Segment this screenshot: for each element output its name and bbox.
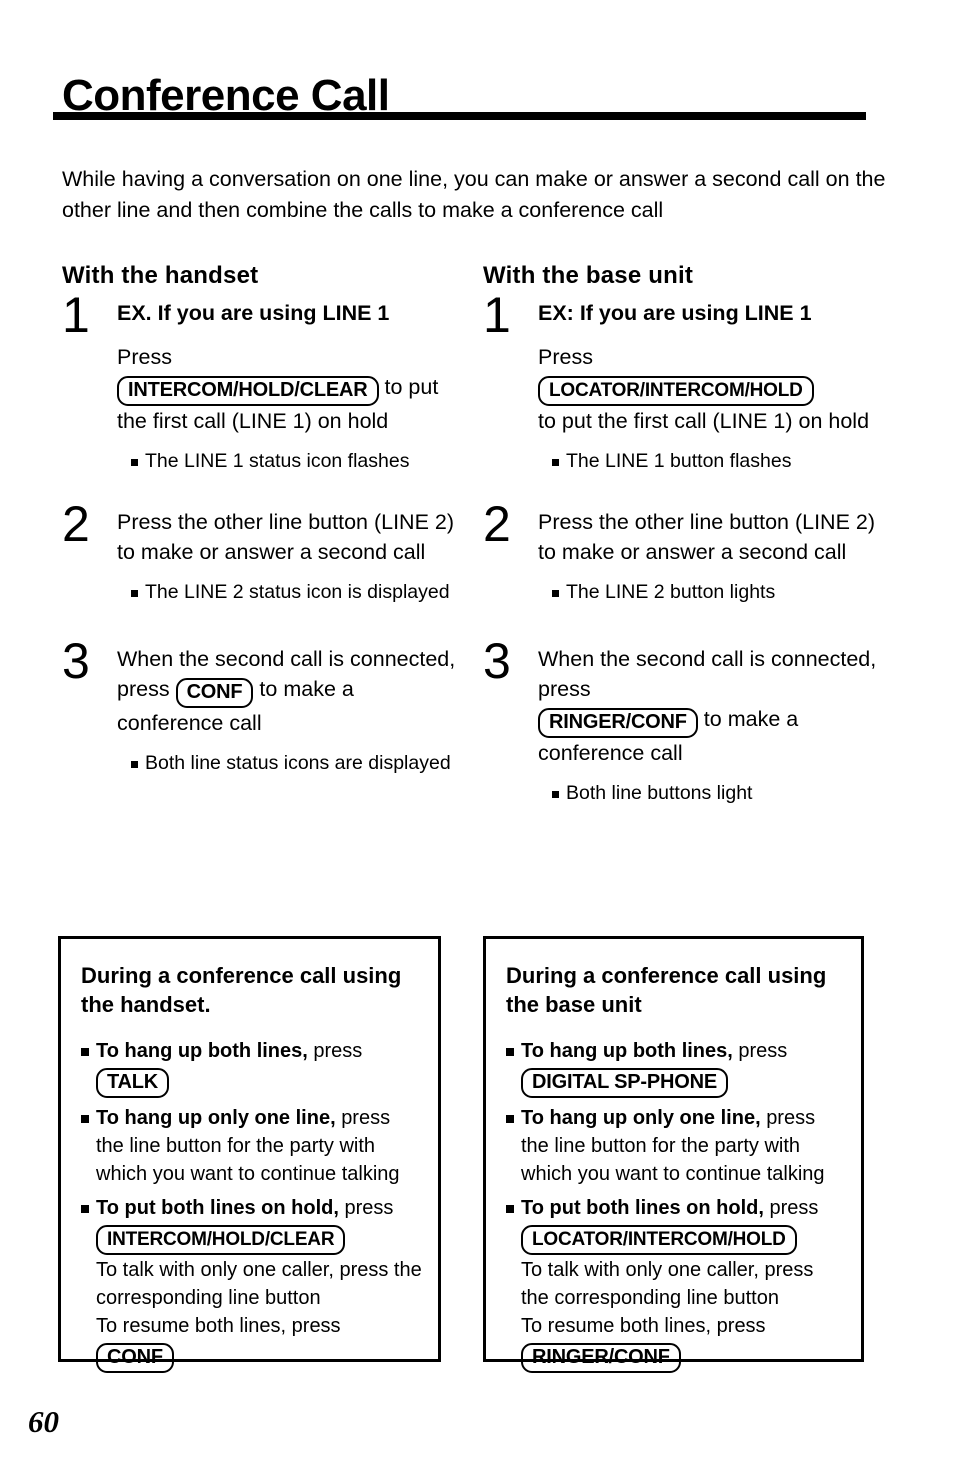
base-unit-step-2: 2 Press the other line button (LINE 2) t…	[483, 499, 883, 606]
step-body: When the second call is connected, press…	[538, 644, 883, 768]
box-item-tail-1: To talk with only one caller, press the …	[96, 1259, 422, 1309]
box-item-continuation: the line button for the party with which…	[521, 1135, 825, 1185]
step-text-after-key: to put the first call (LINE 1) on hold	[538, 409, 870, 433]
step-body: When the second call is connected, press…	[117, 644, 462, 738]
step-text-before-key: When the second call is connected, press	[538, 647, 877, 701]
step-body: Press LOCATOR/INTERCOM/HOLD to put the f…	[538, 342, 883, 436]
key-locator-intercom-hold[interactable]: LOCATOR/INTERCOM/HOLD	[538, 376, 814, 406]
key-intercom-hold-clear[interactable]: INTERCOM/HOLD/CLEAR	[117, 376, 379, 406]
handset-column: With the handset 1 EX. If you are using …	[62, 262, 462, 783]
step-number: 1	[483, 287, 511, 343]
box-item-plain: press	[769, 1197, 819, 1219]
handset-step-2: 2 Press the other line button (LINE 2) t…	[62, 499, 462, 606]
key-ringer-conf[interactable]: RINGER/CONF	[521, 1343, 681, 1373]
box-item: To put both lines on hold, press INTERCO…	[81, 1194, 422, 1373]
key-ringer-conf[interactable]: RINGER/CONF	[538, 708, 698, 738]
base-unit-step-3: 3 When the second call is connected, pre…	[483, 636, 883, 807]
step-number: 3	[62, 633, 90, 689]
box-item-bold: To put both lines on hold,	[96, 1197, 339, 1219]
base-unit-column: With the base unit 1 EX: If you are usin…	[483, 262, 883, 813]
box-item: To hang up only one line, press the line…	[81, 1104, 422, 1188]
box-item-continuation: the line button for the party with which…	[96, 1135, 400, 1185]
step-number: 3	[483, 633, 511, 689]
box-item: To hang up both lines, press TALK	[81, 1037, 422, 1098]
key-digital-sp-phone[interactable]: DIGITAL SP-PHONE	[521, 1068, 728, 1098]
box-item: To hang up both lines, press DIGITAL SP-…	[506, 1037, 845, 1098]
box-title: During a conference call using the base …	[506, 963, 827, 1017]
key-conf[interactable]: CONF	[96, 1343, 174, 1373]
page-number: 60	[28, 1404, 59, 1439]
step-notes: The LINE 1 status icon flashes	[117, 448, 462, 475]
base-unit-step-1: 1 EX: If you are using LINE 1 Press LOCA…	[483, 290, 883, 475]
step-lead-text: EX: If you are using LINE 1	[538, 301, 812, 325]
step-notes: Both line status icons are displayed	[117, 750, 462, 777]
box-item-bold: To hang up only one line,	[96, 1107, 336, 1129]
note-item: The LINE 1 status icon flashes	[131, 448, 462, 475]
step-notes: The LINE 1 button flashes	[538, 448, 883, 475]
key-talk[interactable]: TALK	[96, 1068, 170, 1098]
base-unit-during-call-box: During a conference call using the base …	[483, 936, 864, 1373]
box-item-bold: To hang up both lines,	[521, 1040, 733, 1062]
handset-step-3: 3 When the second call is connected, pre…	[62, 636, 462, 777]
step-text-before-key: Press	[117, 345, 172, 369]
handset-during-call-box: During a conference call using the hands…	[58, 936, 441, 1373]
step-notes: The LINE 2 button lights	[538, 579, 883, 606]
title-divider	[53, 112, 866, 120]
base-unit-column-heading: With the base unit	[483, 262, 694, 289]
step-number: 2	[62, 496, 90, 552]
key-locator-intercom-hold[interactable]: LOCATOR/INTERCOM/HOLD	[521, 1225, 797, 1255]
step-notes: Both line buttons light	[538, 780, 883, 807]
note-item: The LINE 1 button flashes	[552, 448, 883, 475]
note-item: Both line buttons light	[552, 780, 883, 807]
step-notes: The LINE 2 status icon is displayed	[117, 579, 462, 606]
box-item-tail-1: To talk with only one caller, press the …	[521, 1259, 814, 1309]
step-body: Press the other line button (LINE 2) to …	[117, 510, 455, 564]
box-title: During a conference call using the hands…	[81, 963, 402, 1017]
box-item-plain: press	[766, 1107, 816, 1129]
note-item: The LINE 2 status icon is displayed	[131, 579, 462, 606]
step-body: Press the other line button (LINE 2) to …	[538, 510, 876, 564]
step-number: 1	[62, 287, 90, 343]
step-body: Press INTERCOM/HOLD/CLEAR to put the fir…	[117, 342, 462, 436]
box-item: To put both lines on hold, press LOCATOR…	[506, 1194, 845, 1373]
step-text-before-key: Press	[538, 345, 593, 369]
box-item-tail-2: To resume both lines, press	[96, 1315, 341, 1337]
key-intercom-hold-clear[interactable]: INTERCOM/HOLD/CLEAR	[96, 1225, 346, 1255]
intro-paragraph: While having a conversation on one line,…	[62, 166, 886, 222]
box-item-plain: press	[313, 1040, 363, 1062]
manual-page: Conference Call While having a conversat…	[0, 0, 954, 1467]
note-item: The LINE 2 button lights	[552, 579, 883, 606]
box-item-bold: To hang up only one line,	[521, 1107, 761, 1129]
note-item: Both line status icons are displayed	[131, 750, 462, 777]
box-item-plain: press	[344, 1197, 394, 1219]
box-item-bold: To put both lines on hold,	[521, 1197, 764, 1219]
handset-step-1: 1 EX. If you are using LINE 1 Press INTE…	[62, 290, 462, 475]
box-item: To hang up only one line, press the line…	[506, 1104, 845, 1188]
step-number: 2	[483, 496, 511, 552]
box-item-tail-2: To resume both lines, press	[521, 1315, 766, 1337]
box-item-plain: press	[341, 1107, 391, 1129]
handset-column-heading: With the handset	[62, 262, 259, 289]
box-item-bold: To hang up both lines,	[96, 1040, 308, 1062]
step-lead-text: EX. If you are using LINE 1	[117, 301, 390, 325]
box-item-plain: press	[738, 1040, 788, 1062]
key-conf[interactable]: CONF	[175, 678, 254, 708]
